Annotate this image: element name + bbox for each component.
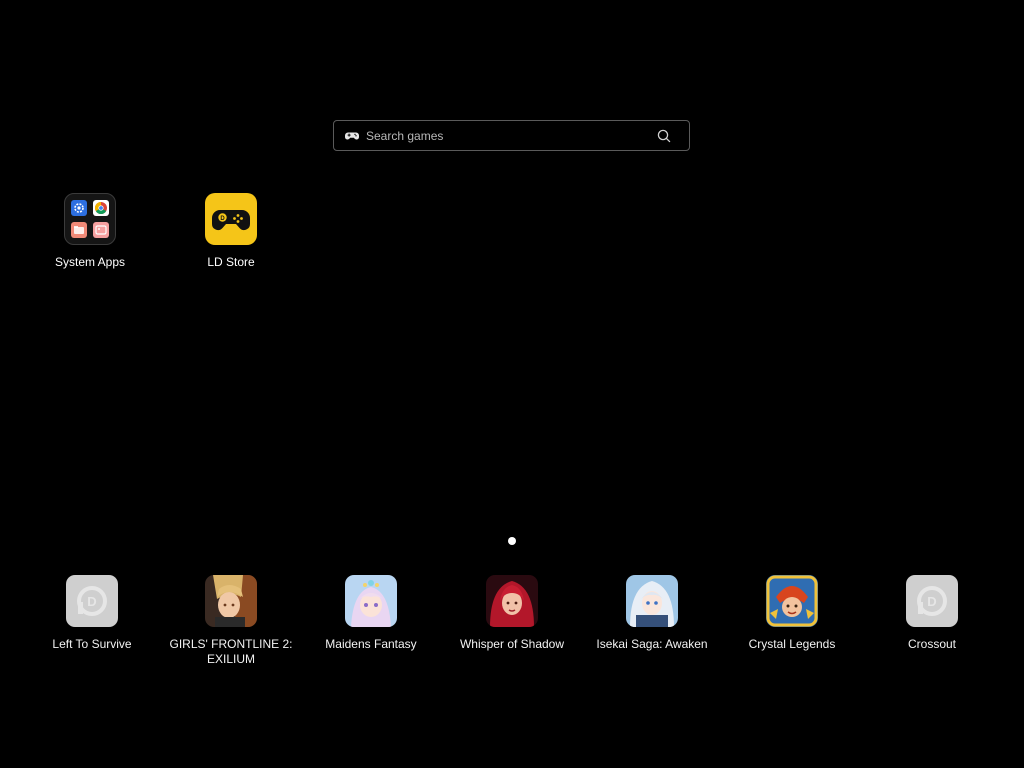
isekai-saga-icon bbox=[626, 575, 678, 627]
crystal-legends-icon bbox=[766, 575, 818, 627]
app-label: Isekai Saga: Awaken bbox=[596, 637, 708, 651]
svg-text:D: D bbox=[220, 216, 225, 222]
girls-frontline-icon bbox=[205, 575, 257, 627]
gamepad-store-icon: D bbox=[205, 193, 257, 245]
settings-mini-icon bbox=[71, 200, 87, 216]
search-input[interactable] bbox=[366, 125, 646, 146]
app-label: Crystal Legends bbox=[748, 637, 836, 651]
app-label: Maidens Fantasy bbox=[325, 637, 417, 651]
gamepad-icon bbox=[344, 128, 360, 144]
folder-icon bbox=[64, 193, 116, 245]
search-bar[interactable] bbox=[333, 120, 690, 151]
home-screen: System Apps D LD Store D Left bbox=[0, 0, 1024, 768]
whisper-of-shadow-icon bbox=[486, 575, 538, 627]
gallery-mini-icon bbox=[93, 222, 109, 238]
ld-store-app[interactable]: D LD Store bbox=[181, 193, 281, 269]
app-crystal-legends[interactable]: Crystal Legends bbox=[722, 575, 862, 652]
app-label: GIRLS' FRONTLINE 2: EXILIUM bbox=[169, 637, 293, 666]
app-left-to-survive[interactable]: D Left To Survive bbox=[22, 575, 162, 652]
app-label: Left To Survive bbox=[52, 637, 132, 651]
app-crossout[interactable]: D Crossout bbox=[862, 575, 1002, 652]
app-label: Whisper of Shadow bbox=[459, 637, 565, 651]
files-mini-icon bbox=[71, 222, 87, 238]
svg-text:D: D bbox=[87, 594, 96, 609]
search-icon[interactable] bbox=[657, 129, 671, 143]
app-label: Crossout bbox=[907, 637, 957, 651]
system-apps-folder[interactable]: System Apps bbox=[40, 193, 140, 269]
maidens-fantasy-icon bbox=[345, 575, 397, 627]
placeholder-app-icon: D bbox=[66, 575, 118, 627]
chrome-mini-icon bbox=[93, 200, 109, 216]
app-whisper-of-shadow[interactable]: Whisper of Shadow bbox=[442, 575, 582, 652]
page-indicator-dot[interactable] bbox=[508, 537, 516, 545]
svg-text:D: D bbox=[927, 594, 936, 609]
app-maidens-fantasy[interactable]: Maidens Fantasy bbox=[301, 575, 441, 652]
app-label: LD Store bbox=[207, 255, 255, 269]
app-label: System Apps bbox=[54, 255, 126, 269]
app-girls-frontline-2[interactable]: GIRLS' FRONTLINE 2: EXILIUM bbox=[161, 575, 301, 667]
placeholder-app-icon: D bbox=[906, 575, 958, 627]
app-isekai-saga-awaken[interactable]: Isekai Saga: Awaken bbox=[582, 575, 722, 652]
